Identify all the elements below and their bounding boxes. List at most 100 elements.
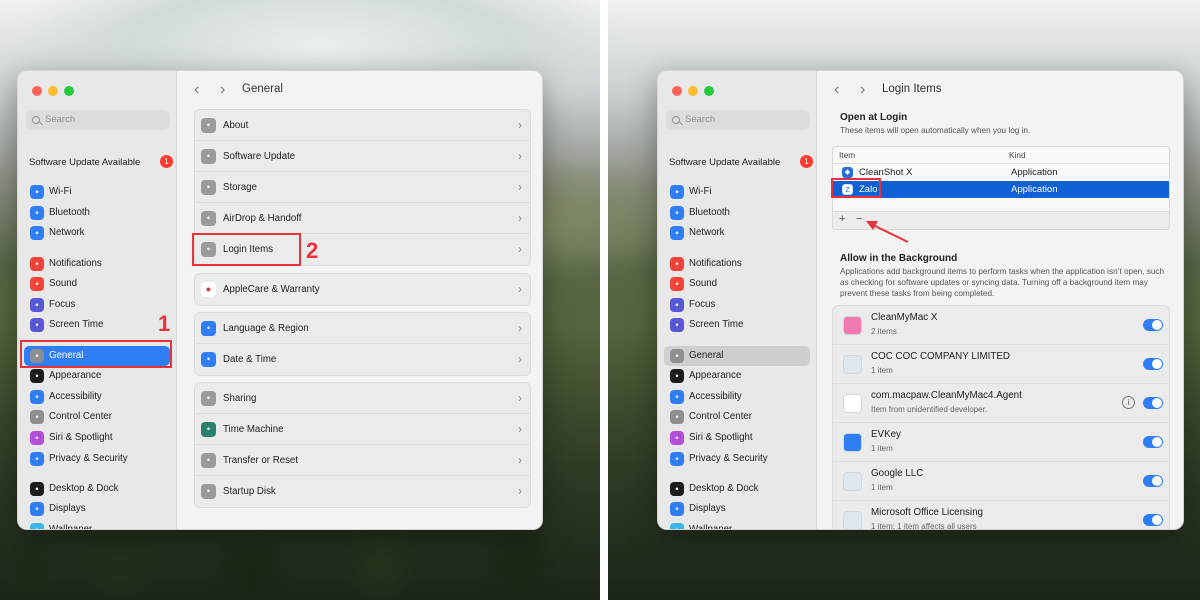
row-startup-disk[interactable]: • Startup Disk ›: [195, 476, 530, 507]
row-sharing[interactable]: • Sharing ›: [195, 383, 530, 414]
search-input[interactable]: Search: [666, 110, 810, 130]
sidebar-item-focus[interactable]: • Focus: [24, 295, 170, 315]
zoom-button[interactable]: [64, 86, 74, 96]
sidebar-item-label: Desktop & Dock: [49, 483, 119, 494]
sidebar-item-focus[interactable]: • Focus: [664, 295, 810, 315]
row-label: AirDrop & Handoff: [223, 213, 302, 224]
sidebar-item-label: Accessibility: [49, 391, 102, 402]
sidebar-item-label: Focus: [689, 299, 716, 310]
info-icon[interactable]: i: [1122, 396, 1135, 409]
software-update-available[interactable]: Software Update Available 1: [669, 155, 813, 168]
control-center-icon: •: [30, 410, 44, 424]
sidebar-item-label: Sound: [689, 278, 718, 289]
sidebar-item-appearance[interactable]: • Appearance: [24, 366, 170, 386]
search-input[interactable]: Search: [26, 110, 170, 130]
wifi-icon: •: [670, 185, 684, 199]
sidebar-item-accessibility[interactable]: • Accessibility: [24, 387, 170, 407]
sidebar-item-label: Privacy & Security: [49, 453, 128, 464]
sidebar-item-desktop-dock[interactable]: • Desktop & Dock: [664, 479, 810, 499]
hand-icon: •: [30, 452, 44, 466]
sidebar-item-general[interactable]: • General: [664, 346, 810, 366]
row-airdrop-handoff[interactable]: • AirDrop & Handoff ›: [195, 203, 530, 234]
main-content: ‹ › General • About › • Software Update › • Sto…: [178, 71, 542, 529]
column-header-kind[interactable]: Kind: [1009, 147, 1026, 164]
forward-chevron-icon[interactable]: ›: [220, 81, 225, 99]
row-transfer-or-reset[interactable]: • Transfer or Reset ›: [195, 445, 530, 476]
background-item-toggle[interactable]: [1143, 475, 1163, 487]
sidebar-item-privacy-security[interactable]: • Privacy & Security: [24, 449, 170, 469]
sidebar-item-appearance[interactable]: • Appearance: [664, 366, 810, 386]
row-software-update[interactable]: • Software Update ›: [195, 141, 530, 172]
row-label: Sharing: [223, 393, 257, 404]
open-at-login-title: Open at Login: [840, 112, 908, 123]
row-storage[interactable]: • Storage ›: [195, 172, 530, 203]
chevron-right-icon: ›: [518, 453, 522, 467]
sidebar-item-siri-spotlight[interactable]: • Siri & Spotlight: [664, 428, 810, 448]
row-label: Language & Region: [223, 323, 309, 334]
sidebar-item-privacy-security[interactable]: • Privacy & Security: [664, 449, 810, 469]
sidebar-item-label: Focus: [49, 299, 76, 310]
sidebar-item-displays[interactable]: • Displays: [664, 499, 810, 519]
sidebar-item-notifications[interactable]: • Notifications: [664, 254, 810, 274]
row-label: Time Machine: [223, 424, 284, 435]
apple-icon: ●: [201, 282, 216, 297]
sidebar-item-network[interactable]: • Network: [24, 223, 170, 243]
table-row[interactable]: ◆ CleanShot X Application: [833, 164, 1169, 181]
sidebar-item-wallpaper[interactable]: • Wallpaper: [24, 520, 170, 529]
remove-item-button[interactable]: −: [856, 213, 862, 225]
app-placeholder-icon: [843, 472, 862, 491]
sidebar-item-screen-time[interactable]: • Screen Time: [664, 315, 810, 335]
sidebar-item-accessibility[interactable]: • Accessibility: [664, 387, 810, 407]
add-item-button[interactable]: +: [839, 213, 845, 225]
background-item-toggle[interactable]: [1143, 514, 1163, 526]
sidebar-item-label: Wallpaper: [689, 524, 733, 530]
background-item-toggle[interactable]: [1143, 436, 1163, 448]
sidebar-item-sound[interactable]: • Sound: [664, 274, 810, 294]
sidebar-item-desktop-dock[interactable]: • Desktop & Dock: [24, 479, 170, 499]
sidebar-item-bluetooth[interactable]: • Bluetooth: [664, 203, 810, 223]
update-badge: 1: [160, 155, 173, 168]
sidebar-item-screen-time[interactable]: • Screen Time: [24, 315, 170, 335]
sidebar-item-bluetooth[interactable]: • Bluetooth: [24, 203, 170, 223]
close-button[interactable]: [672, 86, 682, 96]
table-row-selected[interactable]: Z Zalo Application: [833, 181, 1169, 198]
sidebar-item-label: Network: [689, 227, 725, 238]
row-about[interactable]: • About ›: [195, 110, 530, 141]
background-item-toggle[interactable]: [1143, 358, 1163, 370]
sidebar-item-control-center[interactable]: • Control Center: [24, 407, 170, 427]
row-time-machine[interactable]: • Time Machine ›: [195, 414, 530, 445]
background-item-row: CleanMyMac X 2 items: [833, 306, 1169, 345]
sidebar-item-network[interactable]: • Network: [664, 223, 810, 243]
chevron-right-icon: ›: [518, 352, 522, 366]
sidebar-item-wi-fi[interactable]: • Wi-Fi: [24, 182, 170, 202]
sidebar-item-displays[interactable]: • Displays: [24, 499, 170, 519]
dock-icon: •: [670, 482, 684, 496]
back-chevron-icon[interactable]: ‹: [834, 81, 839, 99]
hourglass-icon: •: [670, 318, 684, 332]
sidebar-item-wi-fi[interactable]: • Wi-Fi: [664, 182, 810, 202]
column-header-item[interactable]: Item: [839, 147, 855, 164]
sidebar-item-sound[interactable]: • Sound: [24, 274, 170, 294]
close-button[interactable]: [32, 86, 42, 96]
zoom-button[interactable]: [704, 86, 714, 96]
globe-icon: •: [201, 321, 216, 336]
background-item-toggle[interactable]: [1143, 319, 1163, 331]
sidebar-item-label: General: [689, 350, 724, 361]
sidebar-item-control-center[interactable]: • Control Center: [664, 407, 810, 427]
software-update-available[interactable]: Software Update Available 1: [29, 155, 173, 168]
sidebar-item-siri-spotlight[interactable]: • Siri & Spotlight: [24, 428, 170, 448]
background-item-row: COC COC COMPANY LIMITED 1 item: [833, 345, 1169, 384]
allow-in-background-title: Allow in the Background: [840, 253, 958, 264]
sidebar-item-notifications[interactable]: • Notifications: [24, 254, 170, 274]
forward-chevron-icon[interactable]: ›: [860, 81, 865, 99]
background-item-toggle[interactable]: [1143, 397, 1163, 409]
row-language-region[interactable]: • Language & Region ›: [195, 313, 530, 344]
row-date-time[interactable]: • Date & Time ›: [195, 344, 530, 375]
minimize-button[interactable]: [688, 86, 698, 96]
background-item-row: Microsoft Office Licensing 1 item: 1 item…: [833, 501, 1169, 529]
sidebar-item-wallpaper[interactable]: • Wallpaper: [664, 520, 810, 530]
back-chevron-icon[interactable]: ‹: [194, 81, 199, 99]
siri-icon: •: [670, 431, 684, 445]
row-applecare-warranty[interactable]: ● AppleCare & Warranty ›: [195, 274, 530, 305]
minimize-button[interactable]: [48, 86, 58, 96]
